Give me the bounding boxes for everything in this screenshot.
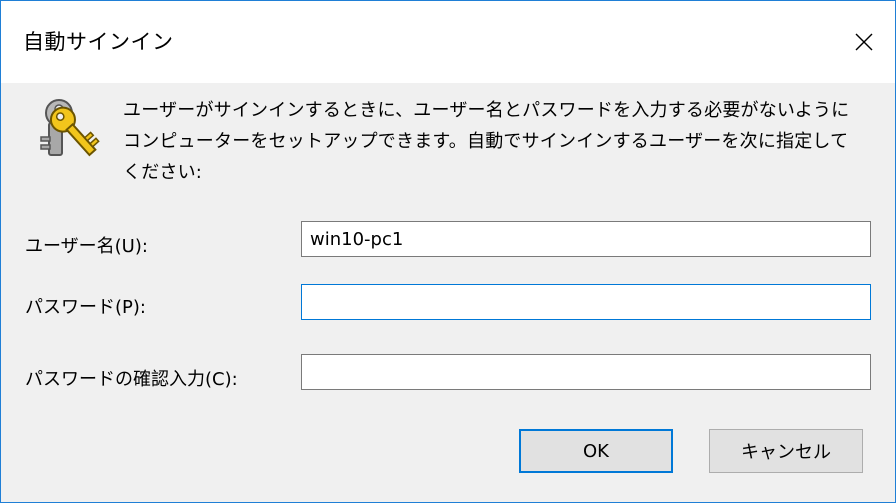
password-label: パスワード(P): [25,297,146,318]
confirm-password-field[interactable] [301,354,871,390]
auto-signin-dialog: 自動サインイン ユーザーがサインインするときに、ユーザー名とパスワードを入力する… [0,0,896,503]
close-icon [855,33,873,51]
instruction-text: ユーザーがサインインするときに、ユーザー名とパスワードを入力する必要がないように… [123,100,850,183]
username-field[interactable] [301,221,871,257]
title-bar: 自動サインイン [1,1,895,83]
window-title: 自動サインイン [23,30,174,54]
cancel-button[interactable]: キャンセル [709,429,863,473]
username-label: ユーザー名(U): [25,236,148,257]
ok-button[interactable]: OK [519,429,673,473]
password-field[interactable] [301,284,871,320]
close-button[interactable] [833,1,895,83]
keys-icon [40,99,100,157]
confirm-password-label: パスワードの確認入力(C): [25,369,238,390]
